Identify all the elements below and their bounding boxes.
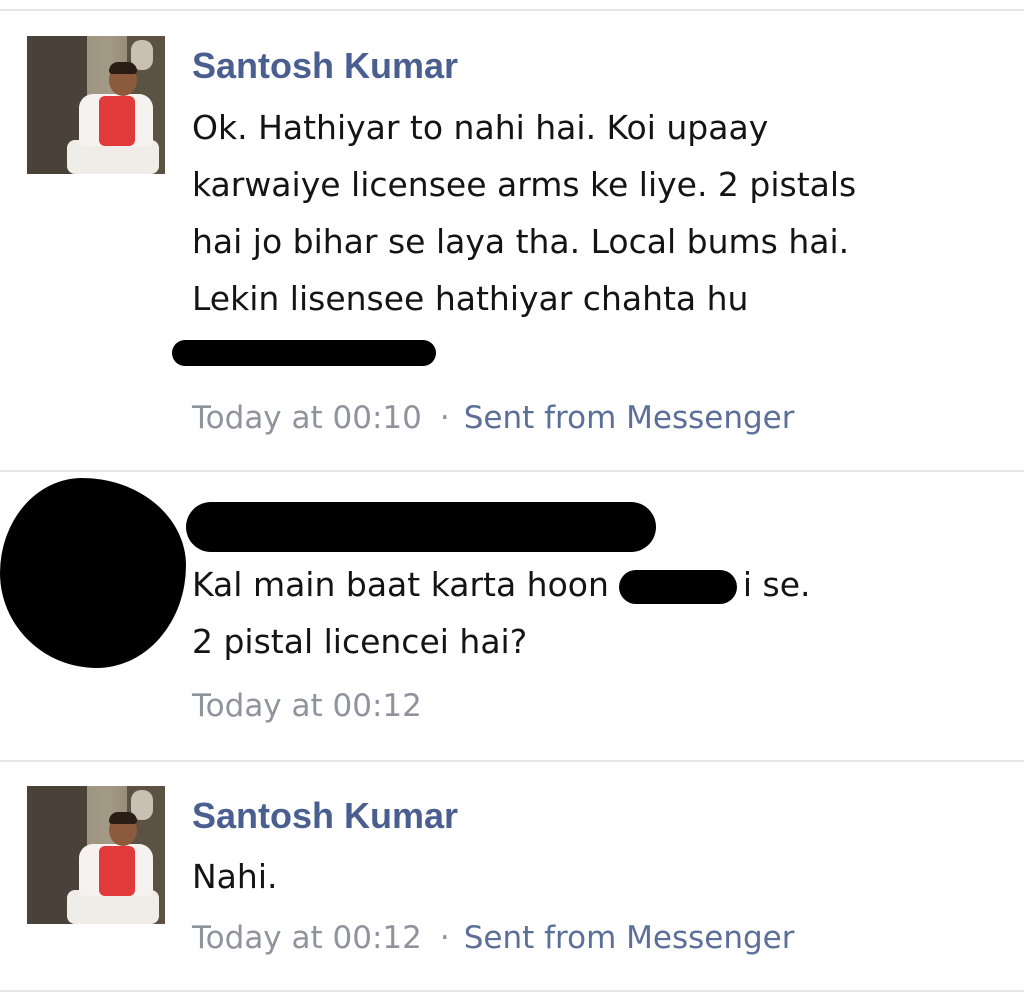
sender-avatar[interactable] bbox=[27, 786, 165, 924]
timestamp: Today at 00:12 bbox=[192, 920, 422, 956]
message-line: karwaiye licensee arms ke liye. 2 pistal… bbox=[192, 165, 857, 204]
message-item[interactable]: Kal main baat karta hoon i se. 2 pistal l… bbox=[0, 472, 1024, 760]
sender-avatar[interactable] bbox=[27, 36, 165, 174]
sent-from-messenger-link[interactable]: Sent from Messenger bbox=[464, 920, 795, 956]
message-item[interactable]: Santosh Kumar Ok. Hathiyar to nahi hai. … bbox=[0, 0, 1024, 470]
message-line: Kal main baat karta hoon i se. bbox=[192, 556, 811, 613]
bottom-divider bbox=[0, 990, 1024, 992]
message-item[interactable]: Santosh Kumar Nahi. Today at 00:12 · Sent … bbox=[0, 762, 1024, 992]
message-meta: Today at 00:12 · Sent from Messenger bbox=[192, 918, 794, 958]
redaction-mark bbox=[618, 569, 737, 604]
sender-name[interactable]: Santosh Kumar bbox=[192, 796, 458, 836]
redaction-mark bbox=[172, 340, 436, 366]
meta-separator: · bbox=[439, 920, 450, 956]
timestamp: Today at 00:12 bbox=[192, 688, 422, 724]
redacted-sender-name bbox=[186, 502, 656, 552]
message-line: Ok. Hathiyar to nahi hai. Koi upaay bbox=[192, 108, 769, 147]
message-text: i se. bbox=[742, 565, 811, 604]
message-meta: Today at 00:10 · Sent from Messenger bbox=[192, 398, 794, 438]
message-body: Kal main baat karta hoon i se. 2 pistal l… bbox=[192, 556, 811, 670]
message-line: 2 pistal licencei hai? bbox=[192, 622, 528, 661]
sender-name[interactable]: Santosh Kumar bbox=[192, 46, 458, 86]
meta-separator: · bbox=[439, 400, 450, 436]
timestamp: Today at 00:10 bbox=[192, 400, 422, 436]
message-meta: Today at 00:12 bbox=[192, 686, 422, 726]
redacted-avatar bbox=[0, 478, 186, 668]
message-line: Nahi. bbox=[192, 857, 278, 896]
message-line: hai jo bihar se laya tha. Local bums hai… bbox=[192, 222, 850, 261]
message-line: Lekin lisensee hathiyar chahta hu bbox=[192, 279, 749, 318]
message-body: Nahi. bbox=[192, 848, 277, 905]
sent-from-messenger-link[interactable]: Sent from Messenger bbox=[464, 400, 795, 436]
message-body: Ok. Hathiyar to nahi hai. Koi upaay karw… bbox=[192, 99, 856, 327]
message-text: Kal main baat karta hoon bbox=[192, 565, 609, 604]
